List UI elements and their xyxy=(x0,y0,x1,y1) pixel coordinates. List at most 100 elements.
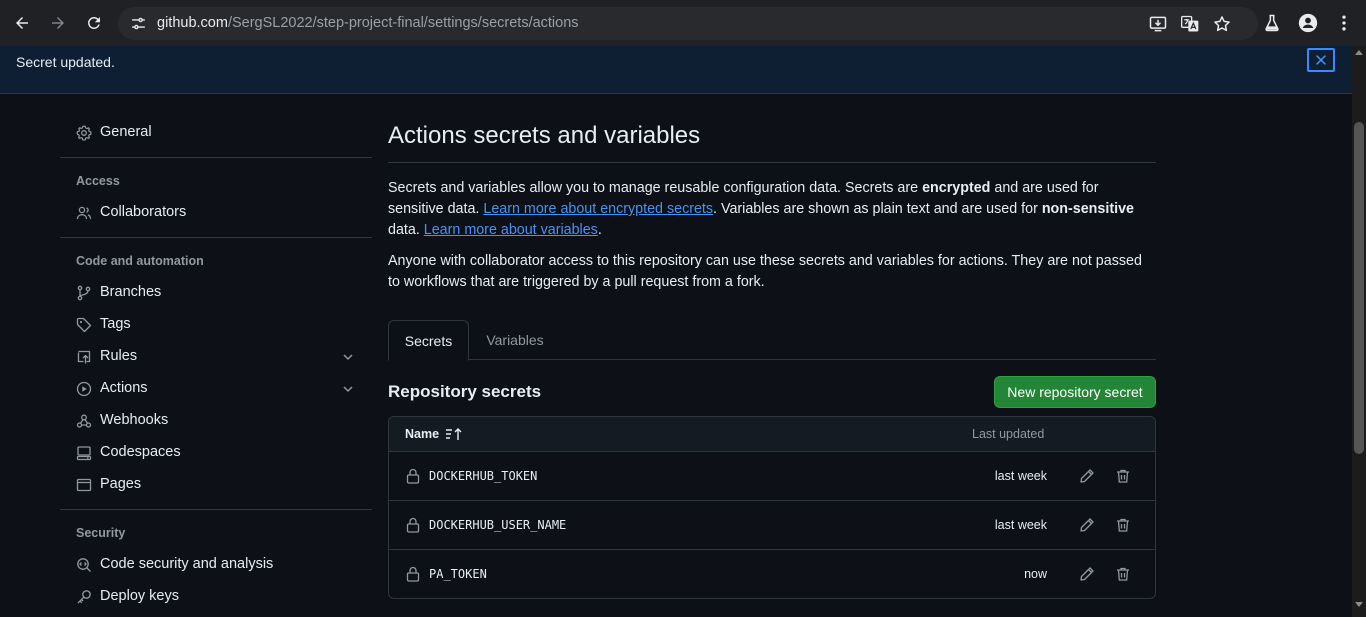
more-menu-icon[interactable] xyxy=(1334,13,1354,33)
sidebar-item-label: Collaborators xyxy=(100,204,187,220)
lock-icon xyxy=(406,517,420,533)
access-note: Anyone with collaborator access to this … xyxy=(388,253,1142,290)
sidebar-item-label: Deploy keys xyxy=(100,588,179,604)
bookmark-star-icon[interactable] xyxy=(1212,14,1232,34)
labs-flask-icon[interactable] xyxy=(1262,13,1282,33)
sidebar-item-label: General xyxy=(100,124,152,140)
flash-close-button[interactable] xyxy=(1307,48,1335,72)
close-icon xyxy=(1316,55,1326,65)
sidebar-heading-code: Code and automation xyxy=(76,254,204,268)
title-divider xyxy=(388,162,1156,163)
secrets-variables-tabs: Secrets Variables xyxy=(388,320,1156,361)
learn-more-variables-link[interactable]: Learn more about variables xyxy=(424,222,598,238)
sidebar-divider xyxy=(60,509,372,510)
new-repository-secret-button[interactable]: New repository secret xyxy=(994,376,1156,408)
pencil-icon[interactable] xyxy=(1079,566,1095,582)
intro-text: Secrets and variables allow you to manag… xyxy=(388,180,923,196)
scroll-thumb[interactable] xyxy=(1354,122,1364,454)
sidebar-item-rules[interactable]: Rules xyxy=(60,343,372,371)
sidebar-item-label: Tags xyxy=(100,316,131,332)
codescan-icon xyxy=(77,558,91,572)
profile-avatar-icon[interactable] xyxy=(1298,13,1318,33)
sidebar-item-label: Pages xyxy=(100,476,142,492)
table-row: PA_TOKEN now xyxy=(389,550,1155,598)
learn-more-secrets-link[interactable]: Learn more about encrypted secrets xyxy=(483,201,713,217)
sort-ascending-icon[interactable] xyxy=(445,427,463,441)
sidebar-heading-access: Access xyxy=(76,174,120,188)
trash-icon[interactable] xyxy=(1115,566,1131,582)
gear-icon xyxy=(76,125,92,141)
lock-icon xyxy=(406,566,420,582)
sidebar-item-collaborators[interactable]: Collaborators xyxy=(60,199,372,227)
intro-paragraph: Secrets and variables allow you to manag… xyxy=(388,178,1156,241)
intro-text: . Variables are shown as plain text and … xyxy=(713,201,1042,217)
sidebar-item-branches[interactable]: Branches xyxy=(60,279,372,307)
tab-variables[interactable]: Variables xyxy=(470,320,560,360)
sidebar-item-code-security[interactable]: Code security and analysis xyxy=(60,551,372,579)
codespaces-icon xyxy=(76,446,92,461)
people-icon xyxy=(76,206,92,220)
intro-bold-nonsensitive: non-sensitive xyxy=(1041,201,1134,217)
back-button[interactable] xyxy=(10,11,34,35)
trash-icon[interactable] xyxy=(1115,517,1131,533)
address-bar[interactable]: github.com/SergSL2022/step-project-final… xyxy=(118,7,1258,40)
sidebar-item-pages[interactable]: Pages xyxy=(60,471,372,499)
forward-button[interactable] xyxy=(46,11,70,35)
sidebar-item-label: Webhooks xyxy=(100,412,169,428)
site-settings-icon[interactable] xyxy=(130,15,147,32)
intro-bold-encrypted: encrypted xyxy=(922,180,991,196)
section-title: Repository secrets xyxy=(388,382,542,401)
tag-icon xyxy=(76,317,92,333)
url-text: github.com/SergSL2022/step-project-final… xyxy=(157,15,579,31)
sidebar-item-general[interactable]: General xyxy=(60,119,372,147)
reload-icon xyxy=(87,16,100,29)
chevron-down-icon[interactable] xyxy=(342,383,354,395)
scroll-down-arrow[interactable] xyxy=(1355,602,1363,607)
flash-notice: Secret updated. xyxy=(0,46,1352,94)
sidebar-item-webhooks[interactable]: Webhooks xyxy=(60,407,372,435)
lock-icon xyxy=(406,468,420,484)
install-app-icon[interactable] xyxy=(1148,14,1168,34)
intro-text: . xyxy=(597,222,602,238)
column-name[interactable]: Name xyxy=(405,427,439,441)
webhook-icon xyxy=(76,414,92,428)
sidebar-item-label: Rules xyxy=(100,348,138,364)
play-circle-icon xyxy=(76,381,92,397)
table-header: Name Last updated xyxy=(389,417,1155,452)
repo-push-icon xyxy=(77,350,91,364)
sidebar-divider xyxy=(60,237,372,238)
secret-last-updated: last week xyxy=(994,469,1047,483)
intro-text: data. xyxy=(388,222,424,238)
reload-button[interactable] xyxy=(82,11,106,35)
browser-window-icon xyxy=(76,478,92,492)
secret-last-updated: last week xyxy=(994,518,1047,532)
flash-message: Secret updated. xyxy=(16,54,115,70)
chevron-down-icon[interactable] xyxy=(342,351,354,363)
secrets-table: Name Last updated DOCKERHUB_TOKEN last w… xyxy=(388,416,1156,599)
arrow-right-icon xyxy=(52,17,64,29)
scroll-up-arrow[interactable] xyxy=(1355,50,1363,55)
page-scrollbar[interactable] xyxy=(1352,46,1366,617)
sidebar-item-actions[interactable]: Actions xyxy=(60,375,372,403)
table-row: DOCKERHUB_USER_NAME last week xyxy=(389,501,1155,550)
sidebar-divider xyxy=(60,157,372,158)
translate-icon[interactable] xyxy=(1180,14,1200,34)
sidebar-item-label: Branches xyxy=(100,284,162,300)
git-branch-icon xyxy=(77,285,91,301)
pencil-icon[interactable] xyxy=(1079,517,1095,533)
secret-name: DOCKERHUB_USER_NAME xyxy=(429,518,567,532)
pencil-icon[interactable] xyxy=(1079,468,1095,484)
sidebar-item-label: Codespaces xyxy=(100,444,181,460)
column-last-updated: Last updated xyxy=(972,427,1045,441)
sidebar-item-deploy-keys[interactable]: Deploy keys xyxy=(60,583,372,611)
sidebar-item-codespaces[interactable]: Codespaces xyxy=(60,439,372,467)
browser-toolbar: github.com/SergSL2022/step-project-final… xyxy=(0,0,1366,46)
arrow-left-icon xyxy=(16,17,28,29)
table-row: DOCKERHUB_TOKEN last week xyxy=(389,452,1155,501)
sidebar-item-label: Actions xyxy=(100,380,148,396)
sidebar-heading-security: Security xyxy=(76,526,126,540)
trash-icon[interactable] xyxy=(1115,468,1131,484)
page-title: Actions secrets and variables xyxy=(388,122,701,149)
tab-secrets[interactable]: Secrets xyxy=(388,320,469,361)
sidebar-item-tags[interactable]: Tags xyxy=(60,311,372,339)
